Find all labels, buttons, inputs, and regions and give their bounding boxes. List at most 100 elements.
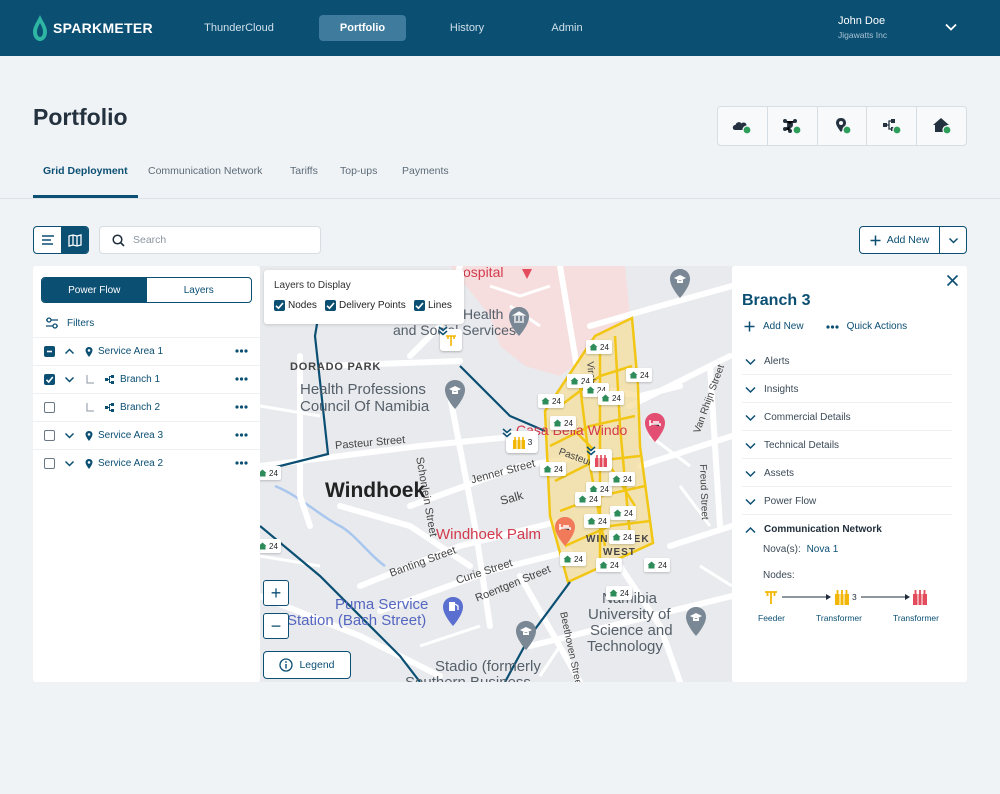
- delivery-point-marker[interactable]: 24: [610, 506, 636, 520]
- more-options-icon[interactable]: [235, 377, 248, 381]
- section-alerts[interactable]: Alerts: [732, 348, 967, 376]
- more-options-icon[interactable]: [235, 349, 248, 353]
- checkbox-checked[interactable]: [325, 300, 336, 311]
- section-label: Communication Network: [764, 524, 882, 535]
- nav-portfolio[interactable]: Portfolio: [319, 15, 406, 41]
- section-communication-network[interactable]: Communication Network: [732, 516, 967, 544]
- home-status-button[interactable]: [917, 107, 966, 145]
- user-menu[interactable]: John Doe Jigawatts Inc: [838, 15, 887, 40]
- nodes-label: Nodes:: [763, 570, 795, 581]
- tab-tariffs[interactable]: Tariffs: [290, 165, 318, 177]
- delivery-point-marker[interactable]: 24: [575, 492, 601, 506]
- tab-payments[interactable]: Payments: [402, 165, 449, 177]
- detail-add-new-button[interactable]: Add New: [763, 321, 804, 332]
- zoom-out-button[interactable]: −: [263, 613, 289, 639]
- close-icon[interactable]: [946, 274, 959, 287]
- checkbox-checked[interactable]: [414, 300, 425, 311]
- marker-count: 24: [600, 484, 609, 494]
- nav-thundercloud[interactable]: ThunderCloud: [190, 15, 288, 41]
- delivery-point-marker[interactable]: 24: [260, 466, 281, 480]
- tree-row-branch-2[interactable]: Branch 2: [33, 393, 260, 421]
- layers-segment[interactable]: Layers: [147, 278, 252, 302]
- marker-count: 24: [640, 370, 649, 380]
- branch-status-button[interactable]: [867, 107, 918, 145]
- chevron-down-icon[interactable]: [944, 20, 958, 34]
- tab-communication-network[interactable]: Communication Network: [148, 165, 262, 177]
- layer-option-delivery-points[interactable]: Delivery Points: [325, 300, 406, 311]
- home-icon: [563, 555, 572, 563]
- tree-row-branch-1[interactable]: Branch 1: [33, 365, 260, 393]
- more-options-icon[interactable]: [235, 461, 248, 465]
- legend-button[interactable]: Legend: [263, 651, 351, 679]
- feeder-icon[interactable]: [763, 589, 779, 605]
- add-new-split-button: Add New: [859, 226, 967, 254]
- tab-grid-deployment[interactable]: Grid Deployment: [43, 165, 128, 177]
- map-canvas[interactable]: ospital Health and Social Services DORAD…: [260, 266, 732, 682]
- section-insights[interactable]: Insights: [732, 376, 967, 404]
- marker-count: 24: [623, 532, 632, 542]
- more-options-icon[interactable]: [235, 405, 248, 409]
- tree-checkbox-checked[interactable]: [44, 374, 55, 385]
- tree-row-service-area-3[interactable]: Service Area 3: [33, 421, 260, 449]
- transformer-icon[interactable]: [912, 589, 928, 605]
- delivery-point-marker[interactable]: 24: [626, 368, 652, 382]
- tree-row-service-area-1[interactable]: Service Area 1: [33, 337, 260, 365]
- add-new-button[interactable]: Add New: [860, 227, 940, 253]
- delivery-point-marker[interactable]: 24: [584, 514, 610, 528]
- delivery-point-marker[interactable]: 24: [609, 530, 635, 544]
- delivery-point-marker[interactable]: 24: [644, 558, 670, 572]
- nova-link[interactable]: Nova 1: [807, 544, 839, 555]
- zoom-in-button[interactable]: +: [263, 580, 289, 606]
- network-status-button[interactable]: [768, 107, 818, 145]
- add-new-dropdown-button[interactable]: [940, 227, 966, 253]
- cloud-status-button[interactable]: [718, 107, 768, 145]
- delivery-point-marker[interactable]: 24: [260, 539, 281, 553]
- chevron-down-icon[interactable]: [64, 458, 75, 469]
- map-label-hospital: ospital: [463, 266, 504, 280]
- chevron-down-icon[interactable]: [64, 374, 75, 385]
- tree-checkbox[interactable]: [44, 458, 55, 469]
- tab-top-ups[interactable]: Top-ups: [340, 165, 377, 177]
- section-technical-details[interactable]: Technical Details: [732, 432, 967, 460]
- delivery-point-marker[interactable]: 24: [596, 558, 622, 572]
- delivery-point-marker[interactable]: 24: [550, 416, 576, 430]
- delivery-point-marker[interactable]: 24: [540, 462, 566, 476]
- delivery-point-marker[interactable]: 24: [598, 391, 624, 405]
- layer-option-lines[interactable]: Lines: [414, 300, 452, 311]
- tree-checkbox-partial[interactable]: [44, 346, 55, 357]
- tree-checkbox[interactable]: [44, 430, 55, 441]
- user-company: Jigawatts Inc: [838, 30, 888, 40]
- delivery-point-marker[interactable]: 24: [560, 552, 586, 566]
- chevron-down-icon[interactable]: [64, 430, 75, 441]
- map-view-button[interactable]: [61, 227, 88, 253]
- map-label-freud-street: Freud Street: [697, 464, 710, 520]
- more-options-icon[interactable]: [235, 433, 248, 437]
- tree-checkbox[interactable]: [44, 402, 55, 413]
- brand-logo[interactable]: SPARKMETER: [33, 15, 153, 41]
- delivery-point-marker[interactable]: 24: [538, 394, 564, 408]
- search-input[interactable]: [133, 234, 313, 246]
- layer-label: Delivery Points: [339, 300, 406, 311]
- section-commercial-details[interactable]: Commercial Details: [732, 404, 967, 432]
- power-flow-segment[interactable]: Power Flow: [42, 278, 147, 302]
- cloud-icon: [733, 122, 752, 135]
- tree-row-service-area-2[interactable]: Service Area 2: [33, 449, 260, 477]
- section-assets[interactable]: Assets: [732, 460, 967, 488]
- layer-option-nodes[interactable]: Nodes: [274, 300, 317, 311]
- delivery-point-marker[interactable]: 24: [609, 472, 635, 486]
- location-status-button[interactable]: [818, 107, 868, 145]
- nav-history[interactable]: History: [432, 15, 502, 41]
- nav-admin[interactable]: Admin: [532, 15, 602, 41]
- checkbox-checked[interactable]: [274, 300, 285, 311]
- delivery-point-marker[interactable]: 24: [586, 340, 612, 354]
- hotel-pin-icon: [555, 517, 575, 546]
- filters-button[interactable]: Filters: [45, 317, 94, 329]
- chevron-up-icon[interactable]: [64, 346, 75, 357]
- list-view-button[interactable]: [34, 227, 61, 253]
- nova-label: Nova(s):: [763, 544, 801, 555]
- transformer-icon[interactable]: [834, 589, 850, 605]
- delivery-point-marker[interactable]: 24: [606, 586, 632, 600]
- quick-actions-button[interactable]: Quick Actions: [847, 321, 908, 332]
- double-chevron-down-icon: [438, 326, 448, 336]
- section-power-flow[interactable]: Power Flow: [732, 488, 967, 516]
